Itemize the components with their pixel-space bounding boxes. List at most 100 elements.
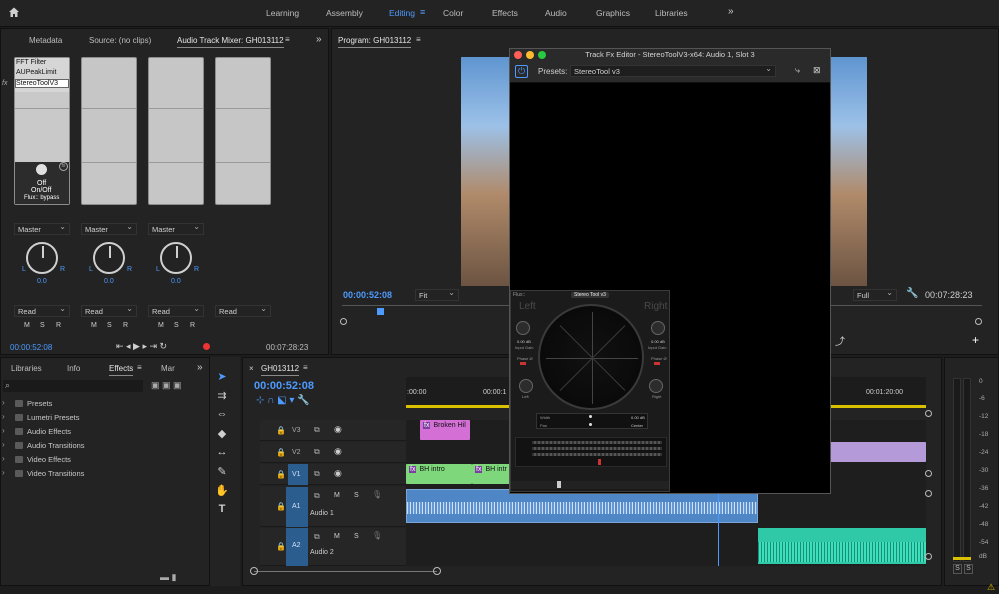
program-menu-icon[interactable]: ≡	[416, 35, 421, 44]
microphone-icon[interactable]: 🎙	[372, 531, 382, 540]
window-minimize-button[interactable]	[526, 51, 534, 59]
tab-libraries[interactable]: Libraries	[11, 364, 42, 373]
tab-effects[interactable]: Effects	[109, 364, 134, 376]
out-handle[interactable]	[975, 318, 982, 325]
phase-right-button[interactable]	[654, 362, 660, 365]
workspace-tab-learning[interactable]: Learning	[266, 8, 299, 18]
track-scroll-handle[interactable]	[925, 490, 932, 497]
export-frame-icon[interactable]: ⤴	[835, 333, 845, 348]
razor-tool-icon[interactable]: ◆	[215, 427, 229, 441]
input-gain-left-knob[interactable]	[516, 321, 530, 335]
window-close-button[interactable]	[514, 51, 522, 59]
output-select-1[interactable]: Master	[14, 222, 70, 235]
automation-select-2[interactable]: Read	[81, 304, 137, 317]
panel-menu-icon[interactable]: ≡	[285, 35, 290, 44]
effects-folder-audio-effects[interactable]: Audio Effects	[14, 427, 71, 436]
eye-icon[interactable]: ◉	[334, 424, 342, 435]
tab-metadata[interactable]: Metadata	[29, 36, 62, 45]
pan-knob-2[interactable]	[93, 242, 125, 274]
zoom-handle-left[interactable]	[250, 567, 258, 575]
clip-v2[interactable]	[830, 442, 926, 462]
mute-button-3[interactable]: M	[158, 322, 164, 329]
width-slider-knob[interactable]	[589, 415, 592, 418]
chevron-right-icon[interactable]: ›	[2, 412, 5, 421]
track-scroll-handle[interactable]	[925, 410, 932, 417]
zoom-fit-select[interactable]: Fit	[415, 288, 459, 301]
track-scroll-handle[interactable]	[925, 470, 932, 477]
window-zoom-button[interactable]	[538, 51, 546, 59]
right-sub-knob[interactable]	[649, 379, 663, 393]
workspace-tab-color[interactable]: Color	[443, 8, 463, 18]
effects-folder-video-effects[interactable]: Video Effects	[15, 455, 71, 464]
zoom-handle-right[interactable]	[433, 567, 441, 575]
output-select-3[interactable]: Master	[148, 222, 204, 235]
automation-select-4[interactable]: Read	[215, 304, 271, 317]
expand-panel-icon[interactable]: »	[316, 34, 322, 45]
solo-button-2[interactable]: S	[107, 322, 112, 329]
workspace-tab-libraries[interactable]: Libraries	[655, 8, 688, 18]
lock-icon[interactable]: 🔒	[276, 426, 286, 435]
accelerated-effects-icon[interactable]: ▣ ▣ ▣	[151, 380, 182, 391]
sequence-menu-icon[interactable]: ≡	[303, 363, 308, 372]
lock-icon[interactable]: 🔒	[276, 470, 286, 479]
pan-value-2[interactable]: 0.0	[104, 278, 114, 285]
tab-info[interactable]: Info	[67, 364, 80, 373]
pen-tool-icon[interactable]: ✎	[215, 465, 229, 479]
insert-slot-1[interactable]: FFT Filter	[16, 59, 46, 66]
phase-left-button[interactable]	[520, 362, 526, 365]
chevron-right-icon[interactable]: ›	[2, 398, 5, 407]
solo-button[interactable]: S	[354, 492, 359, 499]
pan-value-3[interactable]: 0.0	[171, 278, 181, 285]
microphone-icon[interactable]: 🎙	[372, 490, 382, 499]
fx-icon[interactable]: fx	[59, 162, 68, 171]
left-sub-knob[interactable]	[519, 379, 533, 393]
insert-slot-3[interactable]: StereoToolV3	[15, 79, 69, 88]
automation-select-1[interactable]: Read	[14, 304, 70, 317]
in-handle[interactable]	[340, 318, 347, 325]
fx-menu-icon[interactable]: ⤷	[795, 65, 800, 76]
expand-panel-icon[interactable]: »	[197, 362, 203, 373]
pan-knob-1[interactable]	[26, 242, 58, 274]
timeline-timecode[interactable]: 00:00:52:08	[254, 380, 314, 392]
mixer-timecode[interactable]: 00:00:52:08	[10, 343, 52, 352]
tab-markers[interactable]: Mar	[161, 364, 175, 373]
solo-button-3[interactable]: S	[174, 322, 179, 329]
clip-v1-bh-intr[interactable]: fx BH intr	[472, 464, 512, 484]
effects-menu-icon[interactable]: ≡	[137, 363, 142, 372]
solo-right-button[interactable]: S	[964, 564, 973, 574]
clip-a2-audio[interactable]	[758, 528, 926, 564]
insert-slot-2[interactable]: AUPeakLimit	[16, 69, 56, 76]
bypass-knob-icon[interactable]	[36, 164, 47, 175]
warning-icon[interactable]: ⚠	[987, 582, 995, 593]
type-tool-icon[interactable]: T	[215, 503, 229, 517]
mute-button[interactable]: M	[334, 533, 340, 540]
workspace-tab-graphics[interactable]: Graphics	[596, 8, 630, 18]
workspace-menu-icon[interactable]: ≡	[420, 7, 425, 17]
track-select-tool-icon[interactable]: ⇉	[215, 389, 229, 403]
workspace-tab-effects[interactable]: Effects	[492, 8, 518, 18]
clip-v1-bh-intro[interactable]: fx BH intro	[406, 464, 472, 484]
track-scroll-handle[interactable]	[925, 553, 932, 560]
tab-source[interactable]: Source: (no clips)	[89, 36, 151, 45]
lock-icon[interactable]: 🔒	[276, 448, 286, 457]
lock-icon[interactable]: 🔒	[276, 502, 286, 511]
mute-button-2[interactable]: M	[91, 322, 97, 329]
ripple-edit-tool-icon[interactable]: ⇔	[215, 408, 229, 422]
clip-a1-audio[interactable]	[406, 489, 758, 523]
fx-settings-icon[interactable]: ⊠	[813, 65, 821, 76]
home-icon[interactable]	[8, 6, 20, 18]
sequence-tab[interactable]: GH013112	[261, 364, 300, 376]
effects-search-input[interactable]: ⌕	[3, 380, 143, 392]
workspace-tab-assembly[interactable]: Assembly	[326, 8, 363, 18]
effects-folder-video-transitions[interactable]: Video Transitions	[14, 469, 84, 478]
transport-controls[interactable]: ⇤ ◂ ▶ ▸ ⇥ ↻	[116, 341, 167, 352]
effects-folder-audio-transitions[interactable]: Audio Transitions	[15, 441, 85, 450]
presets-select[interactable]: StereoTool v3	[570, 64, 776, 77]
tab-audio-track-mixer[interactable]: Audio Track Mixer: GH013112	[177, 36, 284, 48]
solo-button[interactable]: S	[354, 533, 359, 540]
add-button-icon[interactable]: +	[972, 333, 979, 347]
eye-icon[interactable]: ◉	[334, 468, 342, 479]
power-icon[interactable]: ⏻	[515, 65, 528, 78]
mute-button-1[interactable]: M	[24, 322, 30, 329]
sync-lock-icon[interactable]: ⧉	[314, 469, 320, 479]
